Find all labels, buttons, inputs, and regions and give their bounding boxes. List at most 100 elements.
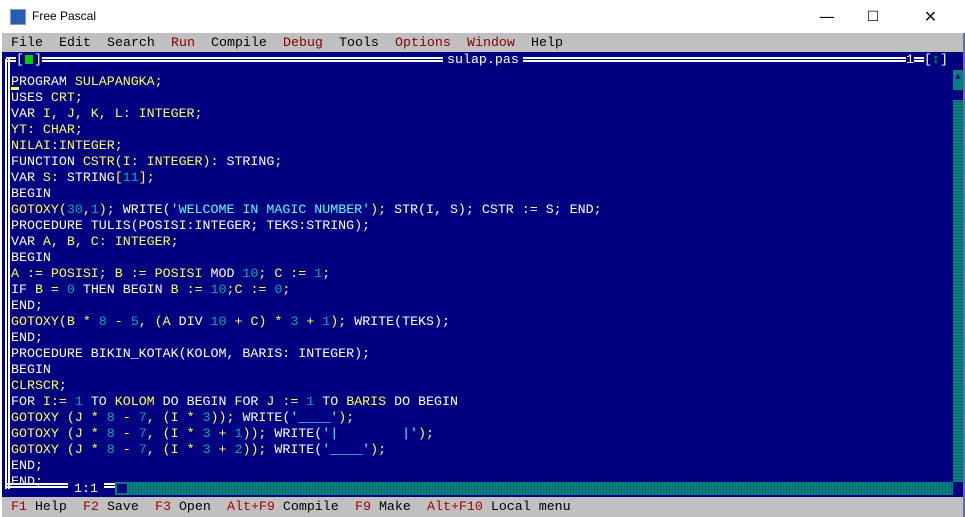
window-title: Free Pascal <box>32 9 97 23</box>
code-token: - <box>114 442 139 457</box>
zoom-button[interactable]: [↕] <box>924 52 948 68</box>
status-item[interactable]: Alt+F10 Local menu <box>427 497 571 517</box>
code-token: KOLOM <box>114 394 163 409</box>
code-line: BEGIN <box>11 186 602 202</box>
code-line: GOTOXY(B * 8 - 5, (A DIV 10 + C) * 3 + 1… <box>11 314 602 330</box>
code-token: J := <box>266 394 307 409</box>
code-line: GOTOXY(30,1); WRITE('WELCOME IN MAGIC NU… <box>11 202 602 218</box>
code-line: NILAI:INTEGER; <box>11 138 602 154</box>
code-token: CSTR(I: INTEGER): <box>82 154 227 169</box>
code-token: END <box>11 298 35 313</box>
code-line: YT: CHAR; <box>11 122 602 138</box>
status-item[interactable]: F1 Help <box>11 497 67 517</box>
code-line: A := POSISI; B := POSISI MOD 10; C := 1; <box>11 266 602 282</box>
code-token: B := <box>170 282 211 297</box>
code-line: BEGIN <box>11 362 602 378</box>
code-token: 1 <box>74 394 91 409</box>
editor-window[interactable]: [] sulap.pas 1 [↕] PROGRAM SULAPANGKA; US… <box>2 52 963 497</box>
code-token: WRITE( <box>122 202 171 217</box>
code-token: '____' <box>290 410 339 425</box>
code-token: SULAPANGKA; <box>74 74 163 89</box>
code-token: 7 <box>138 410 147 425</box>
code-token: + C) * <box>226 314 291 329</box>
status-key: F2 <box>83 499 99 514</box>
vertical-scrollbar[interactable]: ▲ <box>953 70 963 482</box>
code-token: I, J, K, L: INTEGER; <box>42 106 203 121</box>
menu-edit[interactable]: Edit <box>59 33 91 52</box>
status-item[interactable]: F2 Save <box>83 497 139 517</box>
close-window-button[interactable]: [] <box>16 52 42 68</box>
code-token: 7 <box>138 426 147 441</box>
code-area[interactable]: PROGRAM SULAPANGKA; USES CRT; VAR I, J, K,… <box>11 74 602 490</box>
code-token: TULIS(POSISI:INTEGER; TEKS: <box>90 218 307 233</box>
code-token: 10 <box>210 282 227 297</box>
code-token: YT: CHAR; <box>11 122 83 137</box>
code-token: A := POSISI; B := POSISI <box>11 266 211 281</box>
menu-window[interactable]: Window <box>467 33 515 52</box>
status-label: Help <box>34 499 67 514</box>
menu-compile[interactable]: Compile <box>211 33 267 52</box>
status-item[interactable]: Alt+F9 Compile <box>227 497 339 517</box>
code-token: ; <box>34 298 43 313</box>
code-token: GOTOXY (J * <box>11 410 107 425</box>
menu-bar: File Edit Search Run Compile Debug Tools Option… <box>2 33 963 52</box>
code-token: , (I * <box>146 442 203 457</box>
status-key: F9 <box>355 499 371 514</box>
menu-tools[interactable]: Tools <box>339 33 379 52</box>
minimize-button[interactable]: — <box>804 0 850 33</box>
code-line: IF B = 0 THEN BEGIN B := 10;C := 0; <box>11 282 602 298</box>
code-token: THEN BEGIN <box>82 282 171 297</box>
menu-search[interactable]: Search <box>107 33 155 52</box>
scroll-thumb[interactable] <box>953 90 963 100</box>
code-token: ; <box>322 266 331 281</box>
code-token: - <box>114 410 139 425</box>
code-token: ); <box>330 314 355 329</box>
left-border <box>5 59 10 489</box>
code-token: BEGIN <box>11 186 51 201</box>
status-item[interactable]: F9 Make <box>355 497 411 517</box>
code-line: GOTOXY (J * 8 - 7, (I * 3 + 1)); WRITE('… <box>11 426 602 442</box>
code-token: 3 <box>202 426 211 441</box>
code-token: PROCEDURE <box>11 346 91 361</box>
code-line: GOTOXY (J * 8 - 7, (I * 3)); WRITE('____… <box>11 410 602 426</box>
scroll-up-icon[interactable]: ▲ <box>953 70 963 90</box>
menu-options[interactable]: Options <box>395 33 451 52</box>
status-label: Make <box>378 499 411 514</box>
code-token: CRT; <box>50 90 83 105</box>
code-token: GOTOXY( <box>11 202 67 217</box>
maximize-button[interactable]: ☐ <box>850 0 896 33</box>
code-line: USES CRT; <box>11 90 602 106</box>
code-token: )); <box>210 410 243 425</box>
close-icon <box>24 55 33 64</box>
status-item[interactable]: F3 Open <box>155 497 211 517</box>
code-token: WRITE( <box>274 442 323 457</box>
code-line: CLRSCR; <box>11 378 602 394</box>
menu-help[interactable]: Help <box>531 33 563 52</box>
menu-run[interactable]: Run <box>171 33 195 52</box>
code-token: 0 <box>66 282 83 297</box>
horizontal-scrollbar[interactable] <box>115 482 953 495</box>
status-label: Save <box>106 499 139 514</box>
code-token: VAR <box>11 106 43 121</box>
code-token: STR(I, S); CSTR := S; <box>394 202 570 217</box>
code-token: 8 <box>106 442 115 457</box>
close-button[interactable]: ✕ <box>896 0 965 33</box>
code-line: BEGIN <box>11 250 602 266</box>
code-token: + <box>210 426 235 441</box>
code-token: STRING <box>306 218 355 233</box>
menu-file[interactable]: File <box>11 33 43 52</box>
code-line: FOR I:= 1 TO KOLOM DO BEGIN FOR J := 1 T… <box>11 394 602 410</box>
code-token: ); <box>418 426 435 441</box>
status-key: Alt+F9 <box>227 499 275 514</box>
code-token: '____' <box>322 442 371 457</box>
code-line: PROGRAM SULAPANGKA; <box>11 74 602 90</box>
code-token: FUNCTION <box>11 154 83 169</box>
code-token: ); <box>354 218 371 233</box>
app-icon <box>10 9 26 25</box>
code-token: VAR <box>11 170 43 185</box>
scroll-thumb[interactable] <box>117 484 127 493</box>
updown-arrow-icon: ↕ <box>931 52 940 67</box>
code-token: , (A <box>138 314 179 329</box>
menu-debug[interactable]: Debug <box>283 33 323 52</box>
code-line: VAR A, B, C: INTEGER; <box>11 234 602 250</box>
